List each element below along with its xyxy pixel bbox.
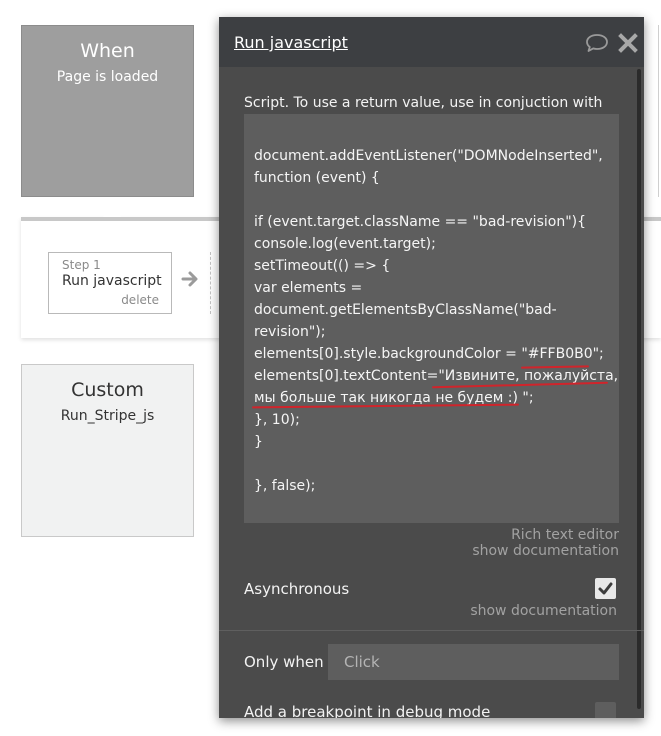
code-line: console.log(event.target);	[254, 236, 436, 252]
asynchronous-checkbox[interactable]	[595, 578, 616, 599]
code-line: document.addEventListener("DOMNodeInsert…	[254, 148, 603, 164]
breakpoint-label: Add a breakpoint in debug mode	[244, 703, 491, 718]
custom-title: Custom	[71, 379, 144, 401]
code-line: }, false);	[254, 478, 316, 494]
panel-scrollbar[interactable]	[637, 69, 641, 709]
code-line: elements[0].style.backgroundColor = "#FF…	[254, 346, 604, 362]
code-line: revision");	[254, 324, 326, 340]
event-card-page-loaded[interactable]: When Page is loaded	[21, 25, 194, 197]
code-line: }, 10);	[254, 412, 300, 428]
code-line: }	[254, 434, 263, 450]
breakpoint-checkbox[interactable]	[595, 702, 616, 718]
event-card-custom[interactable]: Custom Run_Stripe_js	[21, 364, 194, 537]
property-editor-panel: Run javascript Script. To use a return v…	[219, 17, 644, 718]
step-card[interactable]: Step 1 Run javascript delete	[48, 252, 172, 314]
comment-bubble-icon[interactable]	[585, 33, 609, 53]
code-line: var elements =	[254, 280, 363, 296]
step-delete-link[interactable]: delete	[121, 293, 159, 307]
custom-subtitle: Run_Stripe_js	[60, 408, 155, 424]
asynchronous-label: Asynchronous	[244, 580, 350, 598]
code-line: if (event.target.className == "bad-revis…	[254, 214, 587, 230]
step-name: Run javascript	[62, 273, 162, 289]
code-line: setTimeout(() => {	[254, 258, 391, 274]
arrow-right-icon	[181, 269, 199, 293]
script-code-editor[interactable]: document.addEventListener("DOMNodeInsert…	[244, 114, 619, 523]
script-field-label: Script. To use a return value, use in co…	[244, 95, 603, 111]
step-number: Step 1	[62, 258, 101, 272]
show-documentation-link-2[interactable]: show documentation	[470, 603, 617, 619]
event-title: When	[80, 40, 135, 62]
only-when-label: Only when	[244, 653, 324, 671]
panel-title: Run javascript	[234, 33, 348, 52]
only-when-condition-input[interactable]: Click	[328, 644, 619, 680]
rich-text-editor-link[interactable]: Rich text editor	[511, 527, 619, 543]
event-subtitle: Page is loaded	[56, 69, 159, 85]
panel-divider	[219, 630, 644, 631]
checkmark-icon	[598, 582, 613, 595]
show-documentation-link[interactable]: show documentation	[472, 543, 619, 559]
code-line: function (event) {	[254, 170, 380, 186]
close-x-icon[interactable]	[617, 32, 639, 54]
event-pointer	[103, 208, 121, 217]
code-line: document.getElementsByClassName("bad-	[254, 302, 557, 318]
panel-header: Run javascript	[219, 17, 644, 67]
